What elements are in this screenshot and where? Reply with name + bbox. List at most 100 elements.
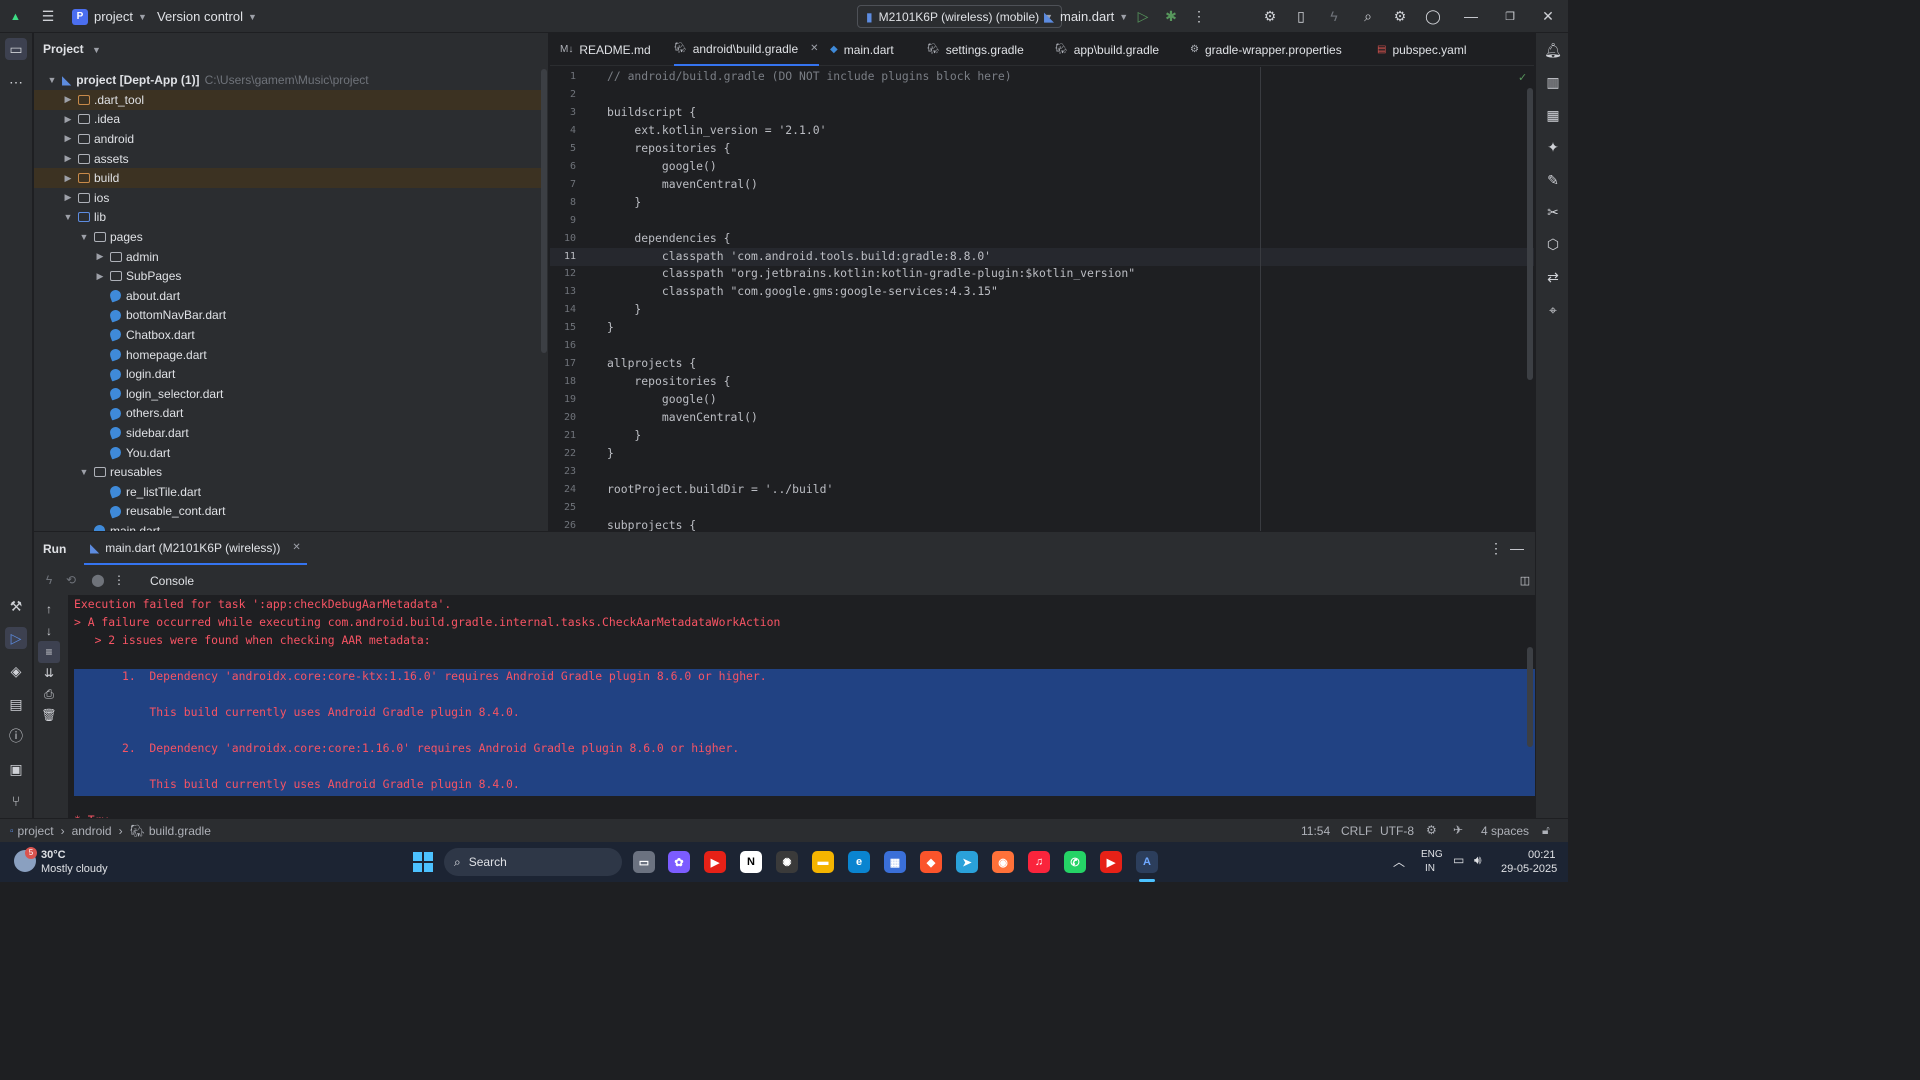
code-line[interactable]: } bbox=[607, 320, 614, 334]
tree-item[interactable]: You.dart bbox=[34, 443, 541, 463]
indent-settings[interactable]: 4 spaces bbox=[1481, 824, 1529, 838]
scroll-to-end-icon[interactable]: ⇊ bbox=[38, 662, 60, 684]
run-tool-icon[interactable]: ▷ bbox=[5, 627, 27, 649]
code-line[interactable]: dependencies { bbox=[607, 231, 730, 245]
gemini-icon[interactable]: ✦ bbox=[1542, 136, 1564, 158]
code-line[interactable]: // android/build.gradle (DO NOT include … bbox=[607, 69, 1012, 83]
run-config-selector[interactable]: ◣ main.dart ▼ bbox=[1044, 0, 1128, 33]
gradle-tool-icon[interactable]: ▥ bbox=[1542, 71, 1564, 93]
code-line[interactable]: classpath "com.google.gms:google-service… bbox=[607, 284, 998, 298]
tree-item[interactable]: homepage.dart bbox=[34, 345, 541, 365]
tree-item[interactable]: ▶ android bbox=[34, 129, 541, 149]
editor-tab[interactable]: ▤ pubspec.yaml bbox=[1377, 33, 1467, 66]
code-line[interactable]: classpath 'com.android.tools.build:gradl… bbox=[607, 249, 991, 263]
code-line[interactable]: google() bbox=[607, 159, 717, 173]
stop-icon[interactable]: ⬤ bbox=[87, 569, 109, 591]
chevron-right-icon[interactable]: ▶ bbox=[62, 114, 74, 125]
sync-icon[interactable]: ⇄ bbox=[1542, 266, 1564, 288]
tree-item[interactable]: re_listTile.dart bbox=[34, 482, 541, 502]
tree-item[interactable]: login_selector.dart bbox=[34, 384, 541, 404]
project-switcher[interactable]: P project ▼ bbox=[72, 0, 147, 33]
app-inspection-icon[interactable]: ⬡ bbox=[1542, 233, 1564, 255]
inspection-profile-icon[interactable]: ⚙ bbox=[1426, 823, 1437, 837]
tree-item[interactable]: ▶ .dart_tool bbox=[34, 90, 541, 110]
network-icon[interactable]: ▭ bbox=[1453, 853, 1464, 867]
console-tab[interactable]: Console bbox=[150, 574, 194, 588]
print-icon[interactable]: ⎙ bbox=[38, 683, 60, 705]
hot-reload-icon[interactable]: ϟ bbox=[38, 569, 60, 591]
console-line[interactable]: Execution failed for task ':app:checkDeb… bbox=[74, 597, 451, 611]
search-icon[interactable]: ⌕ bbox=[1357, 5, 1379, 27]
code-line[interactable]: buildscript { bbox=[607, 105, 696, 119]
tree-item[interactable]: ▶ ios bbox=[34, 188, 541, 208]
close-tab-icon[interactable]: ✕ bbox=[292, 542, 300, 553]
code-line[interactable]: } bbox=[607, 446, 614, 460]
code-line[interactable]: } bbox=[607, 428, 641, 442]
lang-bottom[interactable]: IN bbox=[1425, 863, 1435, 874]
caret-position[interactable]: 11:54 bbox=[1301, 824, 1330, 838]
hot-restart-icon[interactable]: ⟲ bbox=[60, 569, 82, 591]
console-line[interactable]: This build currently uses Android Gradle… bbox=[74, 777, 519, 791]
windows-start-icon[interactable] bbox=[413, 852, 433, 872]
editor-tab[interactable]: ◆ main.dart bbox=[830, 33, 894, 66]
tools-icon[interactable]: ✂ bbox=[1542, 201, 1564, 223]
tree-item[interactable]: others.dart bbox=[34, 404, 541, 424]
layout-icon[interactable]: ◫ bbox=[1514, 569, 1535, 591]
console-line[interactable]: 2. Dependency 'androidx.core:core:1.16.0… bbox=[74, 741, 739, 755]
editor-tab[interactable]: ⚙ gradle-wrapper.properties bbox=[1190, 33, 1342, 66]
tree-item[interactable]: bottomNavBar.dart bbox=[34, 306, 541, 326]
gem-icon[interactable]: ◈ bbox=[5, 660, 27, 682]
code-line[interactable]: repositories { bbox=[607, 374, 730, 388]
device-selector[interactable]: ▮ M2101K6P (wireless) (mobile) ▼ bbox=[857, 5, 1063, 28]
build-variants-icon[interactable]: ⚒ bbox=[5, 595, 27, 617]
code-line[interactable]: allprojects { bbox=[607, 356, 696, 370]
more-tools-icon[interactable]: ⋯ bbox=[5, 71, 27, 93]
file-encoding[interactable]: UTF-8 bbox=[1380, 824, 1414, 838]
chevron-right-icon[interactable]: ▶ bbox=[62, 94, 74, 105]
chevron-right-icon[interactable]: ▶ bbox=[62, 153, 74, 164]
console-scrollbar[interactable] bbox=[1527, 647, 1533, 747]
code-line[interactable]: } bbox=[607, 195, 641, 209]
pencil-icon[interactable]: ✎ bbox=[1542, 169, 1564, 191]
edge-icon[interactable]: e bbox=[848, 851, 870, 873]
close-icon[interactable]: ✕ bbox=[1537, 5, 1559, 27]
console-line[interactable]: 1. Dependency 'androidx.core:core-ktx:1.… bbox=[74, 669, 767, 683]
whatsapp-icon[interactable]: ✆ bbox=[1064, 851, 1086, 873]
console-line[interactable]: This build currently uses Android Gradle… bbox=[74, 705, 519, 719]
more-vertical-icon[interactable]: ⋮ bbox=[1485, 537, 1507, 559]
tree-item[interactable]: about.dart bbox=[34, 286, 541, 306]
arrow-up-icon[interactable]: ↑ bbox=[38, 598, 60, 620]
weather-desc[interactable]: Mostly cloudy bbox=[41, 863, 108, 875]
notion-icon[interactable]: N bbox=[740, 851, 762, 873]
code-line[interactable]: mavenCentral() bbox=[607, 410, 758, 424]
tree-item[interactable]: Chatbox.dart bbox=[34, 325, 541, 345]
tree-item[interactable]: reusable_cont.dart bbox=[34, 502, 541, 522]
main-menu-icon[interactable]: ☰ bbox=[37, 5, 59, 27]
terminal-icon[interactable]: ▣ bbox=[5, 758, 27, 780]
chevron-down-icon[interactable]: ▼ bbox=[78, 467, 90, 477]
breadcrumb-item[interactable]: project bbox=[18, 824, 54, 838]
tree-item[interactable]: ▼ pages bbox=[34, 227, 541, 247]
chevron-right-icon[interactable]: ▶ bbox=[62, 133, 74, 144]
lang-top[interactable]: ENG bbox=[1421, 849, 1443, 860]
tree-item[interactable]: ▶ assets bbox=[34, 149, 541, 169]
tree-item[interactable]: ▼ reusables bbox=[34, 462, 541, 482]
project-view-icon[interactable]: ▭ bbox=[5, 38, 27, 60]
chevron-right-icon[interactable]: ▶ bbox=[94, 251, 106, 262]
breadcrumb-item[interactable]: android bbox=[72, 824, 112, 838]
lock-icon[interactable]: 🔓︎ bbox=[1542, 823, 1550, 838]
youtube-icon[interactable]: ▶ bbox=[704, 851, 726, 873]
telegram-icon[interactable]: ➤ bbox=[956, 851, 978, 873]
version-control-menu[interactable]: Version control ▼ bbox=[157, 0, 257, 33]
tree-item[interactable]: sidebar.dart bbox=[34, 423, 541, 443]
tree-item[interactable]: ▶ build bbox=[34, 168, 541, 188]
taskbar-search[interactable]: ⌕ Search bbox=[444, 848, 622, 876]
git-icon[interactable]: ⑂ bbox=[5, 790, 27, 812]
code-line[interactable]: classpath "org.jetbrains.kotlin:kotlin-g… bbox=[607, 266, 1135, 280]
run-icon[interactable]: ▷ bbox=[1132, 5, 1154, 27]
soft-wrap-icon[interactable]: ≡ bbox=[38, 641, 60, 663]
brave-icon[interactable]: ◆ bbox=[920, 851, 942, 873]
editor-tab[interactable]: 🐘︎ android\build.gradle ✕ bbox=[674, 33, 819, 66]
editor-scrollbar[interactable] bbox=[1527, 88, 1533, 380]
minimize-panel-icon[interactable]: — bbox=[1506, 537, 1528, 559]
